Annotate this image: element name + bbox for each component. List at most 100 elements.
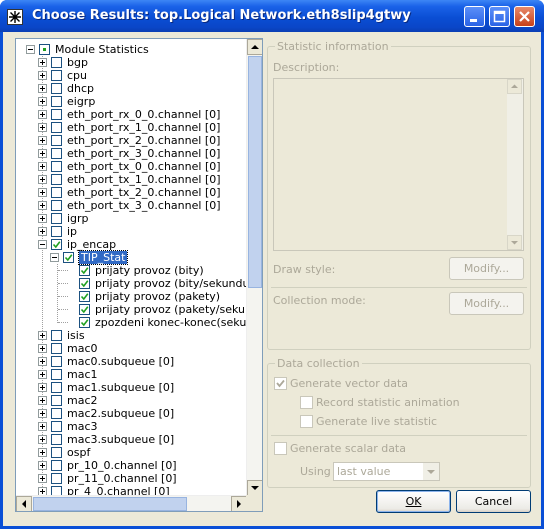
expand-icon[interactable]	[38, 175, 47, 184]
tree-item-module[interactable]: ospf	[16, 446, 247, 459]
tree-item-module[interactable]: mac2	[16, 394, 247, 407]
expand-icon[interactable]	[38, 136, 47, 145]
collapse-icon[interactable]	[50, 253, 59, 262]
expand-icon[interactable]	[38, 97, 47, 106]
expand-icon[interactable]	[38, 58, 47, 67]
close-button[interactable]	[514, 6, 535, 27]
tree-item-statistic[interactable]: prijaty provoz (bity)	[16, 264, 247, 277]
expand-icon[interactable]	[38, 422, 47, 431]
title-bar[interactable]: Choose Results: top.Logical Network.eth8…	[0, 0, 544, 32]
scroll-right-icon[interactable]	[231, 496, 247, 511]
tree-item-module[interactable]: eth_port_rx_2_0.channel [0]	[16, 134, 247, 147]
expand-icon[interactable]	[38, 383, 47, 392]
tree-checkbox-icon[interactable]	[79, 278, 90, 289]
tree-item-module[interactable]: mac3	[16, 420, 247, 433]
generate-vector-checkbox[interactable]	[274, 377, 287, 390]
tree-checkbox-icon[interactable]	[51, 473, 62, 484]
draw-style-modify-button[interactable]: Modify...	[449, 257, 524, 280]
expand-icon[interactable]	[38, 396, 47, 405]
collapse-icon[interactable]	[26, 45, 35, 54]
record-animation-checkbox[interactable]	[300, 396, 313, 409]
tree-checkbox-icon[interactable]	[51, 70, 62, 81]
tree-checkbox-icon[interactable]	[51, 83, 62, 94]
tree-item-module[interactable]: dhcp	[16, 82, 247, 95]
tree-item-module[interactable]: ip	[16, 225, 247, 238]
expand-icon[interactable]	[38, 123, 47, 132]
tree-item-module[interactable]: mac1	[16, 368, 247, 381]
tree-checkbox-icon[interactable]	[79, 317, 90, 328]
expand-icon[interactable]	[38, 227, 47, 236]
tree-checkbox-icon[interactable]	[51, 460, 62, 471]
tree-item-module[interactable]: bgp	[16, 56, 247, 69]
tree-item-module[interactable]: mac1.subqueue [0]	[16, 381, 247, 394]
generate-scalar-checkbox[interactable]	[274, 442, 287, 455]
tree-checkbox-icon[interactable]	[51, 109, 62, 120]
tree-checkbox-icon[interactable]	[51, 135, 62, 146]
tree-item-module[interactable]: mac3.subqueue [0]	[16, 433, 247, 446]
expand-icon[interactable]	[38, 474, 47, 483]
expand-icon[interactable]	[38, 370, 47, 379]
tree-vertical-scrollbar[interactable]	[246, 39, 262, 496]
tree-checkbox-icon[interactable]	[79, 265, 90, 276]
tree-item-module[interactable]: eth_port_tx_0_0.channel [0]	[16, 160, 247, 173]
tree-checkbox-icon[interactable]	[51, 408, 62, 419]
tree-checkbox-icon[interactable]	[39, 44, 50, 55]
tree-item-module[interactable]: mac2.subqueue [0]	[16, 407, 247, 420]
expand-icon[interactable]	[38, 84, 47, 93]
tree-checkbox-icon[interactable]	[51, 200, 62, 211]
scroll-up-icon[interactable]	[247, 39, 262, 55]
collection-mode-modify-button[interactable]: Modify...	[449, 292, 524, 315]
tree-checkbox-icon[interactable]	[51, 421, 62, 432]
tree-checkbox-icon[interactable]	[51, 161, 62, 172]
expand-icon[interactable]	[38, 110, 47, 119]
expand-icon[interactable]	[38, 162, 47, 171]
tree-root[interactable]: Module Statistics	[16, 43, 247, 56]
scroll-thumb-horizontal[interactable]	[33, 497, 187, 511]
expand-icon[interactable]	[38, 331, 47, 340]
tree-checkbox-icon[interactable]	[51, 148, 62, 159]
expand-icon[interactable]	[38, 149, 47, 158]
tree-item-module[interactable]: eth_port_tx_1_0.channel [0]	[16, 173, 247, 186]
tree-item-module[interactable]: eth_port_tx_3_0.channel [0]	[16, 199, 247, 212]
tree-item-statistic[interactable]: zpozdeni konec-konec(sekun	[16, 316, 247, 329]
scroll-thumb[interactable]	[248, 56, 262, 288]
tree-item-module[interactable]: eth_port_rx_1_0.channel [0]	[16, 121, 247, 134]
tree-item-module[interactable]: pr_10_0.channel [0]	[16, 459, 247, 472]
expand-icon[interactable]	[38, 409, 47, 418]
tree-checkbox-icon[interactable]	[51, 174, 62, 185]
tree-checkbox-icon[interactable]	[51, 343, 62, 354]
tree-checkbox-icon[interactable]	[51, 447, 62, 458]
tree-item-module[interactable]: mac0	[16, 342, 247, 355]
tree-checkbox-icon[interactable]	[51, 57, 62, 68]
scroll-left-icon[interactable]	[16, 496, 32, 511]
expand-icon[interactable]	[38, 461, 47, 470]
expand-icon[interactable]	[38, 188, 47, 197]
tree-item-statistic[interactable]: prijaty provoz (pakety)	[16, 290, 247, 303]
tree-item-module[interactable]: isis	[16, 329, 247, 342]
maximize-button[interactable]	[489, 6, 510, 27]
minimize-button[interactable]	[464, 6, 485, 27]
tree-item-module[interactable]: eigrp	[16, 95, 247, 108]
tree-checkbox-icon[interactable]	[79, 291, 90, 302]
scroll-down-icon[interactable]	[247, 480, 262, 496]
using-select[interactable]: last value	[333, 462, 440, 481]
tree-checkbox-icon[interactable]	[63, 252, 74, 263]
expand-icon[interactable]	[38, 201, 47, 210]
tree-checkbox-icon[interactable]	[51, 330, 62, 341]
tree-horizontal-scrollbar[interactable]	[16, 495, 247, 511]
tree-item-tip-stat[interactable]: TIP_Stat	[16, 250, 247, 265]
tree-checkbox-icon[interactable]	[79, 304, 90, 315]
tree-checkbox-icon[interactable]	[51, 213, 62, 224]
expand-icon[interactable]	[38, 448, 47, 457]
expand-icon[interactable]	[38, 357, 47, 366]
tree-checkbox-icon[interactable]	[51, 226, 62, 237]
tree-checkbox-icon[interactable]	[51, 382, 62, 393]
tree-checkbox-icon[interactable]	[51, 239, 62, 250]
tree-item-module[interactable]: eth_port_rx_3_0.channel [0]	[16, 147, 247, 160]
tree-item-module[interactable]: mac0.subqueue [0]	[16, 355, 247, 368]
tree-item-module[interactable]: ip_encap	[16, 238, 247, 251]
ok-button[interactable]: OK	[376, 490, 451, 513]
expand-icon[interactable]	[38, 435, 47, 444]
expand-icon[interactable]	[38, 214, 47, 223]
statistics-tree[interactable]: Module Statistics bgp cpu dhcp eigrp eth_port…	[15, 38, 263, 512]
